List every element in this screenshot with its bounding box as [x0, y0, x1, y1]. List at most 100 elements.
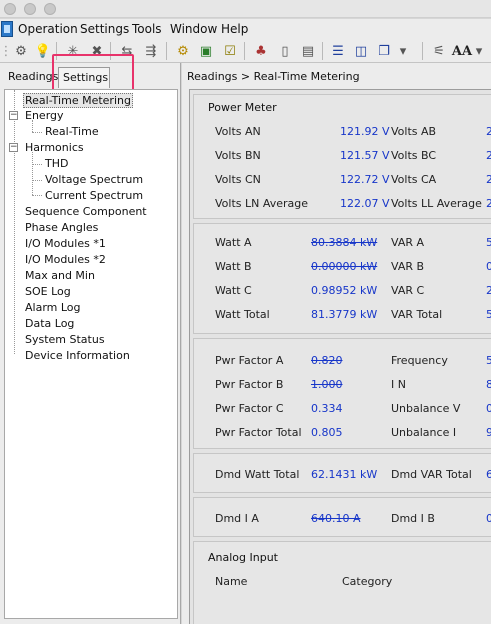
- power-meter-title: Power Meter: [208, 101, 277, 114]
- minimize-window-button[interactable]: [24, 3, 36, 15]
- var-total-value: 5: [486, 308, 491, 321]
- volts-ab-label: Volts AB: [391, 125, 437, 138]
- tree-item-soe-log[interactable]: SOE Log: [25, 285, 71, 298]
- tree-item-real-time[interactable]: Real-Time: [45, 125, 99, 138]
- menu-help[interactable]: Help: [221, 22, 248, 36]
- var-a-value: 5: [486, 236, 491, 249]
- watt-total-label: Watt Total: [215, 308, 270, 321]
- menu-settings[interactable]: Settings: [80, 22, 129, 36]
- tree-item-energy[interactable]: Energy: [25, 109, 64, 122]
- volts-an-value: 121.92 V: [340, 125, 390, 138]
- split-panel-icon[interactable]: ◫: [352, 42, 370, 60]
- volts-cn-value: 122.72 V: [340, 173, 390, 186]
- tree-item-voltage-spectrum[interactable]: Voltage Spectrum: [45, 173, 143, 186]
- pwr-factor-c-label: Pwr Factor C: [215, 402, 284, 415]
- unbalance-v-label: Unbalance V: [391, 402, 461, 415]
- menu-operation[interactable]: Operation: [18, 22, 78, 36]
- frequency-value: 5: [486, 354, 491, 367]
- settings-list-icon[interactable]: ⚟: [430, 42, 448, 60]
- collapse-icon[interactable]: −: [9, 143, 18, 152]
- dmd-var-total-label: Dmd VAR Total: [391, 468, 472, 481]
- tree-item-io-modules-2[interactable]: I/O Modules *2: [25, 253, 106, 266]
- gear-icon[interactable]: ⚙: [12, 42, 30, 60]
- analog-name-header: Name: [215, 575, 248, 588]
- zoom-window-button[interactable]: [44, 3, 56, 15]
- var-b-label: VAR B: [391, 260, 425, 273]
- pwr-factor-total-value: 0.805: [311, 426, 343, 439]
- tree-item-thd[interactable]: THD: [45, 157, 68, 170]
- dmd-i-a-value: 640.10 A: [311, 512, 361, 525]
- menu-window[interactable]: Window: [170, 22, 217, 36]
- toolbar-separator: [322, 42, 323, 60]
- tree-item-data-log[interactable]: Data Log: [25, 317, 74, 330]
- volts-bn-value: 121.57 V: [340, 149, 390, 162]
- app-icon: [1, 21, 13, 37]
- collapse-icon[interactable]: −: [9, 111, 18, 120]
- font-size-icon[interactable]: AA: [451, 42, 473, 60]
- unbalance-v-value: 0: [486, 402, 491, 415]
- tree-item-current-spectrum[interactable]: Current Spectrum: [45, 189, 143, 202]
- bulb-icon[interactable]: 💡: [34, 42, 52, 60]
- frequency-label: Frequency: [391, 354, 448, 367]
- toolbar-grip-icon: ⋮: [0, 43, 13, 59]
- watt-c-label: Watt C: [215, 284, 252, 297]
- font-dropdown-icon[interactable]: ▾: [474, 42, 484, 60]
- var-c-label: VAR C: [391, 284, 425, 297]
- volts-an-label: Volts AN: [215, 125, 261, 138]
- tree-network-icon[interactable]: ♣: [252, 42, 270, 60]
- pwr-factor-b-label: Pwr Factor B: [215, 378, 284, 391]
- close-window-button[interactable]: [4, 3, 16, 15]
- power-section: Watt A 80.3884 kW VAR A 5 Watt B 0.00000…: [193, 223, 491, 334]
- tree-item-device-information[interactable]: Device Information: [25, 349, 130, 362]
- var-a-label: VAR A: [391, 236, 425, 249]
- volts-ln-average-label: Volts LN Average: [215, 197, 309, 210]
- left-panel: Readings Settings Real-Time Metering − E…: [0, 54, 181, 624]
- menu-tools[interactable]: Tools: [132, 22, 162, 36]
- cog-settings-icon[interactable]: ⚙: [174, 42, 192, 60]
- tree-item-max-and-min[interactable]: Max and Min: [25, 269, 95, 282]
- volts-bn-label: Volts BN: [215, 149, 261, 162]
- dmd-i-b-label: Dmd I B: [391, 512, 435, 525]
- volts-bc-value: 2: [486, 149, 491, 162]
- volts-ca-value: 2: [486, 173, 491, 186]
- watt-b-label: Watt B: [215, 260, 252, 273]
- demand-power-section: Dmd Watt Total 62.1431 kW Dmd VAR Total …: [193, 453, 491, 493]
- pwr-factor-a-value: 0.820: [311, 354, 343, 367]
- tree-item-sequence-component[interactable]: Sequence Component: [25, 205, 147, 218]
- dmd-i-b-value: 0: [486, 512, 491, 525]
- tree-item-harmonics[interactable]: Harmonics: [25, 141, 84, 154]
- i-n-value: 8: [486, 378, 491, 391]
- tree-guide-line: [14, 90, 15, 354]
- checklist-icon[interactable]: ☑: [221, 42, 239, 60]
- metering-content: Power Meter Volts AN 121.92 V Volts AB 2…: [189, 89, 491, 624]
- dmd-i-a-label: Dmd I A: [215, 512, 259, 525]
- monitor-icon[interactable]: ▣: [197, 42, 215, 60]
- settings-highlight-box: [52, 54, 134, 92]
- volts-ll-average-label: Volts LL Average: [391, 197, 482, 210]
- var-total-label: VAR Total: [391, 308, 443, 321]
- volts-ln-average-value: 122.07 V: [340, 197, 390, 210]
- device-icon[interactable]: ▯: [276, 42, 294, 60]
- transfer-settings-icon[interactable]: ⇶: [142, 42, 160, 60]
- volts-bc-label: Volts BC: [391, 149, 437, 162]
- unbalance-i-label: Unbalance I: [391, 426, 457, 439]
- toolbar-separator: [244, 42, 245, 60]
- watt-b-value: 0.00000 kW: [311, 260, 378, 273]
- tree-item-alarm-log[interactable]: Alarm Log: [25, 301, 81, 314]
- tree-item-real-time-metering[interactable]: Real-Time Metering: [23, 93, 133, 108]
- tree-guide-line: [32, 195, 42, 196]
- device-list-icon[interactable]: ▤: [299, 42, 317, 60]
- volts-cn-label: Volts CN: [215, 173, 261, 186]
- tree-item-io-modules-1[interactable]: I/O Modules *1: [25, 237, 106, 250]
- toolbar-dropdown-icon[interactable]: ▾: [398, 42, 408, 60]
- pwr-factor-b-value: 1.000: [311, 378, 343, 391]
- tree-item-phase-angles[interactable]: Phase Angles: [25, 221, 98, 234]
- tree-item-system-status[interactable]: System Status: [25, 333, 105, 346]
- demand-current-section: Dmd I A 640.10 A Dmd I B 0: [193, 497, 491, 537]
- analog-input-title: Analog Input: [208, 551, 278, 564]
- stack-h-icon[interactable]: ☰: [329, 42, 347, 60]
- dmd-var-total-value: 6: [486, 468, 491, 481]
- pwr-factor-total-label: Pwr Factor Total: [215, 426, 302, 439]
- toolbar-separator: [422, 42, 423, 60]
- cascade-windows-icon[interactable]: ❐: [375, 42, 393, 60]
